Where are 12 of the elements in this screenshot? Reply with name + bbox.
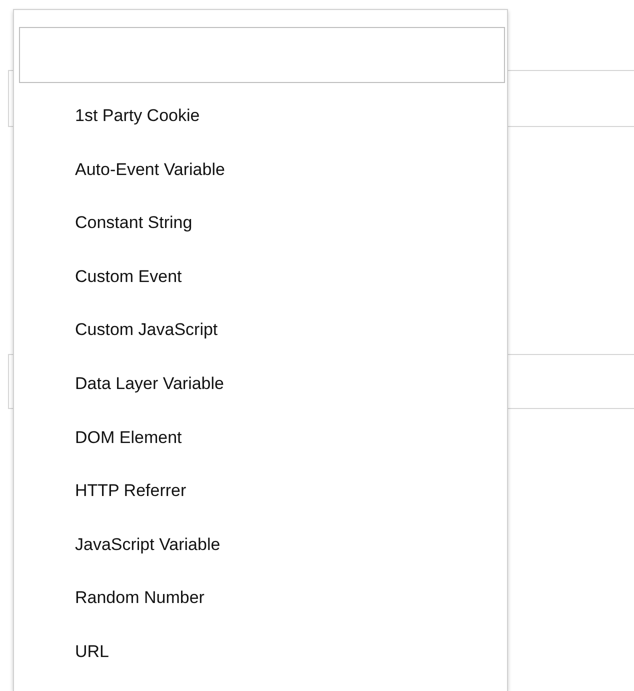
dropdown-option[interactable]: Constant String [19,196,502,250]
dropdown-option[interactable]: URL [19,624,502,679]
dropdown-option[interactable]: DOM Element [19,410,502,464]
dropdown-option[interactable]: JavaScript Variable [19,518,502,572]
dropdown-option[interactable]: Random Number [19,571,502,625]
search-field[interactable] [19,27,505,83]
dropdown-option[interactable]: Custom Event [19,250,502,304]
dropdown-option[interactable]: Data Layer Variable [19,356,502,411]
dropdown-option[interactable]: Custom JavaScript [19,303,502,357]
dropdown-option[interactable]: Auto-Event Variable [19,142,502,196]
dropdown-option[interactable]: HTTP Referrer [19,464,502,518]
dropdown-option[interactable]: 1st Party Cookie [19,89,502,143]
